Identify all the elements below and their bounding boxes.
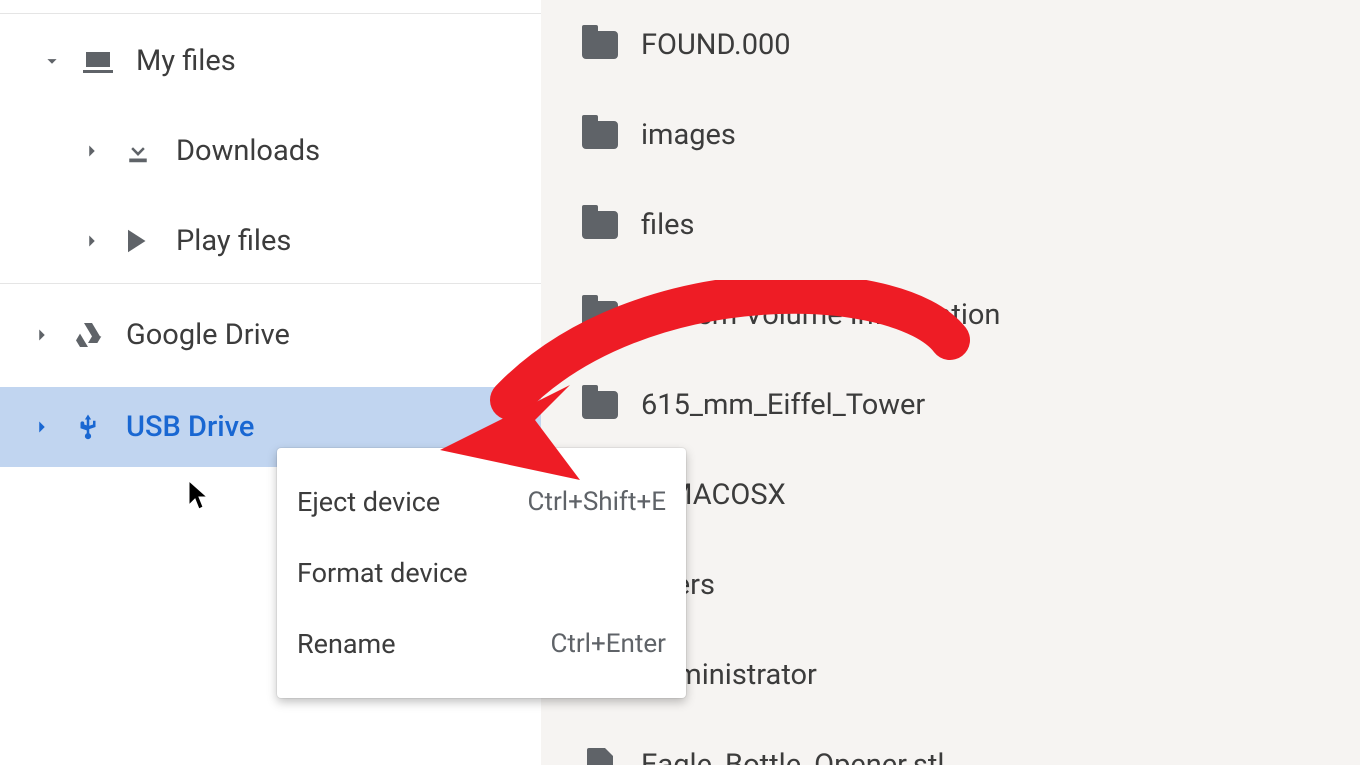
play-store-icon — [120, 223, 156, 259]
tree-item-label: My files — [136, 44, 236, 78]
menu-item-rename[interactable]: Rename Ctrl+Enter — [277, 609, 686, 680]
menu-item-shortcut: Ctrl+Shift+E — [528, 487, 666, 517]
list-item[interactable]: 615_mm_Eiffel_Tower — [541, 360, 1360, 450]
menu-item-eject-device[interactable]: Eject device Ctrl+Shift+E — [277, 466, 686, 537]
tree-item-play-files[interactable]: Play files — [0, 196, 541, 286]
list-item-label: images — [641, 118, 736, 152]
tree-item-label: Downloads — [176, 134, 320, 168]
google-drive-icon — [70, 317, 106, 353]
list-item[interactable]: files — [541, 180, 1360, 270]
menu-item-label: Eject device — [297, 486, 440, 518]
list-item-label: 615_mm_Eiffel_Tower — [641, 388, 925, 422]
folder-icon — [581, 116, 619, 154]
tree-item-label: Play files — [176, 224, 291, 258]
sidebar-divider — [0, 283, 541, 284]
menu-item-format-device[interactable]: Format device — [277, 537, 686, 608]
download-icon — [120, 133, 156, 169]
list-item-label: System Volume Information — [641, 298, 1000, 332]
menu-item-shortcut: Ctrl+Enter — [550, 629, 666, 659]
list-item-label: FOUND.000 — [641, 28, 791, 62]
chevron-right-icon — [26, 319, 58, 351]
folder-icon — [581, 386, 619, 424]
context-menu: Eject device Ctrl+Shift+E Format device … — [277, 448, 686, 698]
list-item-label: files — [641, 208, 694, 242]
chevron-right-icon — [76, 225, 108, 257]
list-item[interactable]: FOUND.000 — [541, 0, 1360, 90]
chevron-right-icon — [26, 411, 58, 443]
folder-icon — [581, 296, 619, 334]
tree-item-my-files[interactable]: My files — [0, 16, 541, 106]
folder-icon — [581, 206, 619, 244]
folder-icon — [581, 26, 619, 64]
tree-item-label: USB Drive — [126, 410, 254, 444]
tree-item-google-drive[interactable]: Google Drive — [0, 290, 541, 380]
list-item[interactable]: Eagle_Bottle_Opener.stl — [541, 720, 1360, 765]
tree-item-label: Google Drive — [126, 318, 290, 352]
menu-item-label: Format device — [297, 557, 468, 589]
chevron-right-icon — [76, 135, 108, 167]
file-icon — [581, 746, 619, 765]
usb-icon — [70, 409, 106, 445]
laptop-icon — [80, 43, 116, 79]
list-item-label: Eagle_Bottle_Opener.stl — [641, 748, 944, 765]
sidebar-divider-top — [0, 0, 541, 14]
list-item[interactable]: System Volume Information — [541, 270, 1360, 360]
tree-item-downloads[interactable]: Downloads — [0, 106, 541, 196]
list-item[interactable]: images — [541, 90, 1360, 180]
chevron-down-icon — [36, 45, 68, 77]
menu-item-label: Rename — [297, 628, 396, 660]
